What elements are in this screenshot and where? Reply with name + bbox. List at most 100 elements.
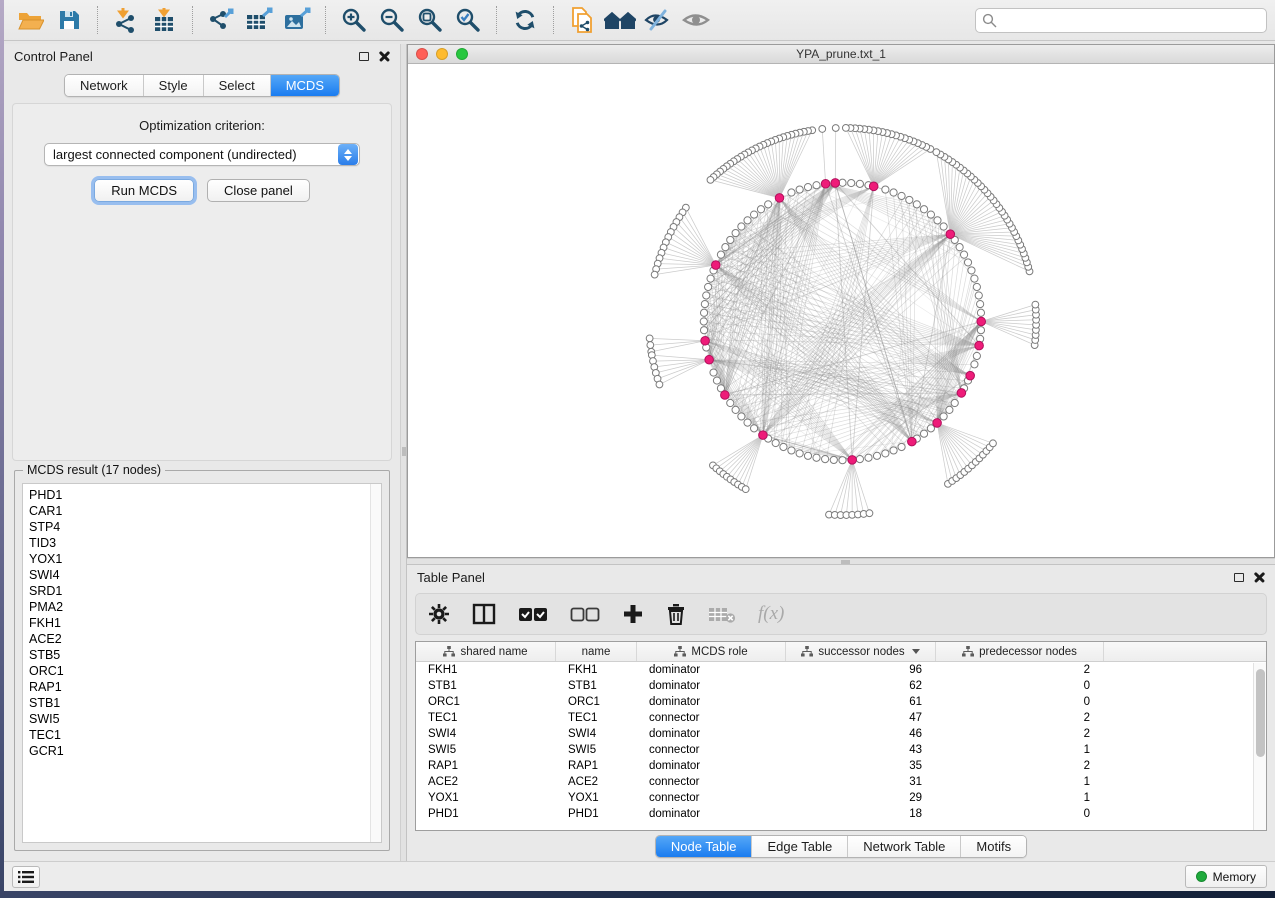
tab-network-table[interactable]: Network Table bbox=[848, 836, 961, 857]
import-network-button[interactable] bbox=[109, 4, 143, 36]
table-row[interactable]: PHD1PHD1dominator180 bbox=[416, 806, 1266, 822]
tab-node-table[interactable]: Node Table bbox=[656, 836, 753, 857]
search-input[interactable] bbox=[1002, 13, 1260, 27]
zoom-fit-button[interactable] bbox=[413, 4, 447, 36]
mcds-node[interactable] bbox=[848, 456, 857, 465]
mcds-node[interactable] bbox=[966, 371, 975, 380]
deselect-all-button[interactable] bbox=[570, 599, 600, 629]
export-table-button[interactable] bbox=[242, 4, 276, 36]
network-window-titlebar[interactable]: YPA_prune.txt_1 bbox=[408, 45, 1274, 64]
list-item[interactable]: FKH1 bbox=[29, 615, 381, 631]
mcds-node[interactable] bbox=[721, 391, 730, 400]
table-settings-button[interactable] bbox=[428, 599, 450, 629]
horizontal-splitter[interactable] bbox=[407, 558, 1275, 565]
column-header-predecessor-nodes[interactable]: predecessor nodes bbox=[936, 642, 1104, 661]
delete-columns-button[interactable] bbox=[666, 599, 686, 629]
run-mcds-button[interactable]: Run MCDS bbox=[94, 179, 194, 202]
show-columns-button[interactable] bbox=[472, 599, 496, 629]
memory-button[interactable]: Memory bbox=[1185, 865, 1267, 888]
copy-network-button[interactable] bbox=[565, 4, 599, 36]
table-row[interactable]: SWI5SWI5connector431 bbox=[416, 742, 1266, 758]
mcds-node[interactable] bbox=[975, 341, 984, 350]
list-item[interactable]: YOX1 bbox=[29, 551, 381, 567]
tab-style[interactable]: Style bbox=[144, 75, 204, 96]
list-item[interactable]: PMA2 bbox=[29, 599, 381, 615]
mcds-node[interactable] bbox=[946, 230, 955, 239]
open-file-button[interactable] bbox=[14, 4, 48, 36]
show-all-button[interactable] bbox=[679, 4, 713, 36]
zoom-selected-button[interactable] bbox=[451, 4, 485, 36]
close-panel-button[interactable]: Close panel bbox=[207, 179, 310, 202]
table-row[interactable]: ACE2ACE2connector311 bbox=[416, 774, 1266, 790]
mcds-node[interactable] bbox=[869, 182, 878, 191]
list-item[interactable]: ORC1 bbox=[29, 663, 381, 679]
splitter-grip[interactable] bbox=[841, 560, 850, 564]
mcds-node[interactable] bbox=[775, 194, 784, 203]
export-network-button[interactable] bbox=[204, 4, 238, 36]
column-header-MCDS-role[interactable]: MCDS role bbox=[637, 642, 786, 661]
list-item[interactable]: CAR1 bbox=[29, 503, 381, 519]
mcds-node[interactable] bbox=[759, 431, 768, 440]
tab-motifs[interactable]: Motifs bbox=[961, 836, 1026, 857]
refresh-network-button[interactable] bbox=[508, 4, 542, 36]
mcds-node[interactable] bbox=[908, 437, 917, 446]
list-item[interactable]: TEC1 bbox=[29, 727, 381, 743]
column-header-name[interactable]: name bbox=[556, 642, 637, 661]
vertical-splitter[interactable] bbox=[400, 44, 407, 861]
mcds-node[interactable] bbox=[957, 389, 966, 398]
list-item[interactable]: PHD1 bbox=[29, 487, 381, 503]
save-session-button[interactable] bbox=[52, 4, 86, 36]
table-row[interactable]: SWI4SWI4dominator462 bbox=[416, 726, 1266, 742]
tab-select[interactable]: Select bbox=[204, 75, 271, 96]
float-panel-icon[interactable] bbox=[359, 52, 369, 61]
list-item[interactable]: SWI5 bbox=[29, 711, 381, 727]
close-panel-icon[interactable] bbox=[1254, 572, 1265, 583]
show-neighbors-button[interactable] bbox=[603, 4, 637, 36]
select-all-button[interactable] bbox=[518, 599, 548, 629]
mcds-node[interactable] bbox=[821, 180, 830, 189]
mcds-node[interactable] bbox=[705, 355, 714, 364]
list-item[interactable]: RAP1 bbox=[29, 679, 381, 695]
table-row[interactable]: FKH1FKH1dominator962 bbox=[416, 662, 1266, 678]
table-row[interactable]: STB1STB1dominator620 bbox=[416, 678, 1266, 694]
mcds-node[interactable] bbox=[701, 336, 710, 345]
list-item[interactable]: STP4 bbox=[29, 519, 381, 535]
table-scrollbar[interactable] bbox=[1253, 663, 1266, 830]
splitter-grip[interactable] bbox=[402, 447, 406, 456]
table-scrollbar-thumb[interactable] bbox=[1256, 669, 1265, 757]
close-panel-icon[interactable] bbox=[379, 51, 390, 62]
delete-table-button[interactable] bbox=[708, 599, 736, 629]
list-item[interactable]: STB1 bbox=[29, 695, 381, 711]
zoom-out-button[interactable] bbox=[375, 4, 409, 36]
column-header-successor-nodes[interactable]: successor nodes bbox=[786, 642, 936, 661]
table-row[interactable]: ORC1ORC1dominator610 bbox=[416, 694, 1266, 710]
list-item[interactable]: GCR1 bbox=[29, 743, 381, 759]
table-row[interactable]: YOX1YOX1connector291 bbox=[416, 790, 1266, 806]
mcds-node[interactable] bbox=[711, 261, 720, 270]
tab-mcds[interactable]: MCDS bbox=[271, 75, 339, 96]
import-table-button[interactable] bbox=[147, 4, 181, 36]
export-image-button[interactable] bbox=[280, 4, 314, 36]
list-item[interactable]: TID3 bbox=[29, 535, 381, 551]
hide-selected-button[interactable] bbox=[641, 4, 675, 36]
mcds-node[interactable] bbox=[977, 317, 986, 326]
float-panel-icon[interactable] bbox=[1234, 573, 1244, 582]
list-item[interactable]: STB5 bbox=[29, 647, 381, 663]
tab-network[interactable]: Network bbox=[65, 75, 144, 96]
table-row[interactable]: TEC1TEC1connector472 bbox=[416, 710, 1266, 726]
create-column-button[interactable] bbox=[622, 599, 644, 629]
mcds-node[interactable] bbox=[933, 419, 942, 428]
column-header-shared-name[interactable]: shared name bbox=[416, 642, 556, 661]
criterion-select[interactable]: largest connected component (undirected) bbox=[44, 143, 360, 166]
zoom-in-button[interactable] bbox=[337, 4, 371, 36]
list-item[interactable]: SRD1 bbox=[29, 583, 381, 599]
list-item[interactable]: ACE2 bbox=[29, 631, 381, 647]
list-item[interactable]: SWI4 bbox=[29, 567, 381, 583]
table-row[interactable]: RAP1RAP1dominator352 bbox=[416, 758, 1266, 774]
mcds-result-list[interactable]: PHD1CAR1STP4TID3YOX1SWI4SRD1PMA2FKH1ACE2… bbox=[22, 483, 382, 843]
list-scrollbar[interactable] bbox=[370, 484, 381, 842]
function-builder-button[interactable]: f(x) bbox=[758, 599, 784, 629]
task-history-button[interactable] bbox=[12, 866, 40, 888]
network-canvas[interactable] bbox=[408, 64, 1274, 557]
mcds-node[interactable] bbox=[831, 179, 840, 188]
